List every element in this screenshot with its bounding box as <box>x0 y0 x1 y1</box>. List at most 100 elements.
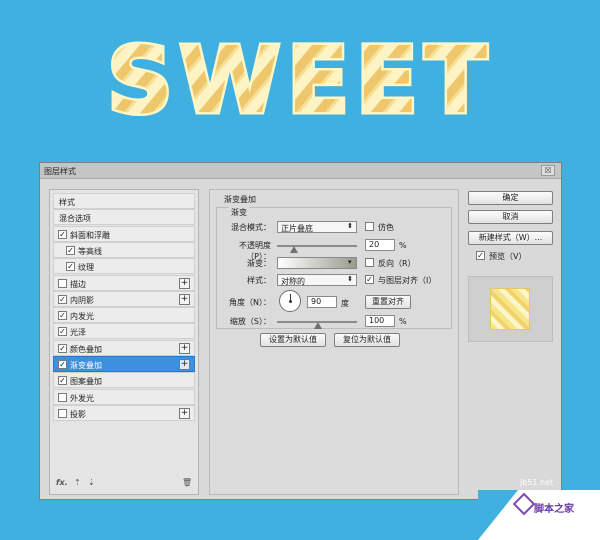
layer-style-dialog: 图层样式 ☒ fx. ⇡ ⇣ 🗑 样式 混合选项 ✓ 斜面和浮雕 ✓ 等高线 ✓ 纹理 描边 + ✓… <box>39 162 562 500</box>
style-checkbox[interactable]: ✓ <box>58 294 67 304</box>
dither-checkbox[interactable] <box>365 222 374 231</box>
reverse-checkbox[interactable] <box>365 258 374 267</box>
gradient-swatch[interactable] <box>277 257 357 269</box>
opacity-unit: % <box>399 241 407 250</box>
add-icon[interactable]: + <box>179 293 190 305</box>
trash-icon[interactable]: 🗑 <box>182 478 192 487</box>
reverse-label: 反向（R） <box>378 259 416 268</box>
preview-swatch <box>490 288 530 330</box>
reset-to-default-button[interactable]: 复位为默认值 <box>334 333 400 347</box>
svg-text:SWEET: SWEET <box>107 27 493 132</box>
style-list-item[interactable]: ✓ 斜面和浮雕 <box>53 225 195 242</box>
style-preview <box>468 276 553 342</box>
section-title: 渐变叠加 <box>224 195 256 204</box>
style-checkbox[interactable]: ✓ <box>58 376 67 386</box>
opacity-slider-track[interactable] <box>277 245 357 247</box>
add-icon[interactable]: + <box>179 359 190 370</box>
style-list-label: 等高线 <box>78 246 102 256</box>
style-list-label: 光泽 <box>70 328 86 338</box>
add-icon[interactable]: + <box>179 277 190 289</box>
style-list-item[interactable]: ✓ 渐变叠加 + <box>53 356 195 372</box>
style-checkbox[interactable]: ✓ <box>58 311 67 321</box>
style-list-label: 投影 <box>70 409 86 419</box>
style-list-item[interactable]: ✓ 纹理 <box>53 258 195 275</box>
style-list-item[interactable]: 描边 + <box>53 274 195 291</box>
style-list-item[interactable]: 样式 <box>53 193 195 209</box>
style-value: 对称的 <box>281 277 305 286</box>
add-icon[interactable]: + <box>179 342 190 354</box>
style-checkbox[interactable]: ✓ <box>66 262 75 272</box>
opacity-input[interactable]: 20 <box>365 239 395 251</box>
angle-dial[interactable] <box>279 290 301 312</box>
style-checkbox[interactable] <box>58 278 67 288</box>
cancel-button[interactable]: 取消 <box>468 210 553 224</box>
watermark-site: 脚本之家 <box>534 504 574 515</box>
watermark-url: jb51.net <box>520 478 554 487</box>
align-with-layer-label: 与图层对齐（I） <box>378 276 437 285</box>
style-list-item[interactable]: ✓ 光泽 <box>53 323 195 340</box>
style-list-label: 内发光 <box>70 312 94 322</box>
sweet-title-art: SWEET <box>104 25 493 133</box>
move-down-icon[interactable]: ⇣ <box>88 478 95 487</box>
style-list-item[interactable]: ✓ 内发光 <box>53 307 195 324</box>
style-list-item[interactable]: ✓ 内阴影 + <box>53 290 195 307</box>
style-select[interactable]: 对称的 ⬍ <box>277 274 357 286</box>
style-list-label: 纹理 <box>78 263 94 273</box>
fx-icon[interactable]: fx. <box>56 478 68 487</box>
style-list-panel: fx. ⇡ ⇣ 🗑 样式 混合选项 ✓ 斜面和浮雕 ✓ 等高线 ✓ 纹理 描边 + ✓ 内阴影 + ✓ 内发… <box>49 189 199 495</box>
style-list-label: 内阴影 <box>70 295 94 305</box>
watermark-corner <box>478 490 518 540</box>
angle-dial-center <box>289 300 292 303</box>
dither-label: 仿色 <box>378 223 394 232</box>
blend-mode-label: 混合模式： <box>231 223 271 232</box>
style-checkbox[interactable]: ✓ <box>58 343 67 353</box>
align-with-layer-checkbox[interactable]: ✓ <box>365 275 374 284</box>
chevron-updown-icon: ⬍ <box>347 222 353 230</box>
gradient-label: 渐变： <box>247 259 271 268</box>
style-list-item[interactable]: ✓ 等高线 <box>53 241 195 258</box>
add-icon[interactable]: + <box>179 407 190 419</box>
style-list-item[interactable]: 外发光 <box>53 388 195 405</box>
style-checkbox[interactable] <box>58 408 67 418</box>
style-label: 样式： <box>247 276 271 285</box>
style-checkbox[interactable]: ✓ <box>58 360 67 369</box>
new-style-button[interactable]: 新建样式（W）... <box>468 231 553 245</box>
close-icon[interactable]: ☒ <box>541 165 555 176</box>
style-list-item[interactable]: ✓ 颜色叠加 + <box>53 339 195 356</box>
style-checkbox[interactable]: ✓ <box>58 327 67 337</box>
style-list-label: 颜色叠加 <box>70 344 102 354</box>
gradient-dropdown-icon[interactable]: ▾ <box>348 258 352 266</box>
style-checkbox[interactable] <box>58 392 67 402</box>
group-title: 渐变 <box>229 207 249 218</box>
style-list-item[interactable]: 混合选项 <box>53 209 195 226</box>
opacity-slider-thumb[interactable] <box>290 246 298 253</box>
style-list-label: 图案叠加 <box>70 377 102 387</box>
move-up-icon[interactable]: ⇡ <box>74 478 81 487</box>
preview-checkbox[interactable]: ✓ <box>476 251 485 260</box>
style-list-label: 斜面和浮雕 <box>70 230 110 240</box>
dialog-titlebar: 图层样式 ☒ <box>40 163 561 179</box>
style-checkbox[interactable]: ✓ <box>58 229 67 239</box>
style-list-label: 描边 <box>70 279 86 289</box>
set-as-default-button[interactable]: 设置为默认值 <box>260 333 326 347</box>
blend-mode-select[interactable]: 正片叠底 ⬍ <box>277 221 357 233</box>
scale-slider-thumb[interactable] <box>314 322 322 329</box>
style-list-label: 样式 <box>59 198 75 207</box>
scale-label: 缩放（S）： <box>229 317 271 326</box>
preview-label: 预览（V） <box>489 252 527 261</box>
style-list-item[interactable]: ✓ 图案叠加 <box>53 372 195 389</box>
style-list-label: 渐变叠加 <box>70 361 102 370</box>
angle-unit: 度 <box>341 299 349 308</box>
watermark-badge: 脚本之家 <box>478 490 600 540</box>
scale-input[interactable]: 100 <box>365 315 395 327</box>
style-list-item[interactable]: 投影 + <box>53 404 195 421</box>
style-list-label: 混合选项 <box>59 214 91 224</box>
angle-input[interactable]: 90 <box>307 296 337 308</box>
reset-alignment-button[interactable]: 重置对齐 <box>365 295 411 309</box>
ok-button[interactable]: 确定 <box>468 191 553 205</box>
style-checkbox[interactable]: ✓ <box>66 245 75 255</box>
style-list-footer: fx. ⇡ ⇣ 🗑 <box>54 478 196 490</box>
scale-unit: % <box>399 317 407 326</box>
blend-mode-value: 正片叠底 <box>281 224 313 233</box>
chevron-updown-icon: ⬍ <box>347 275 353 283</box>
